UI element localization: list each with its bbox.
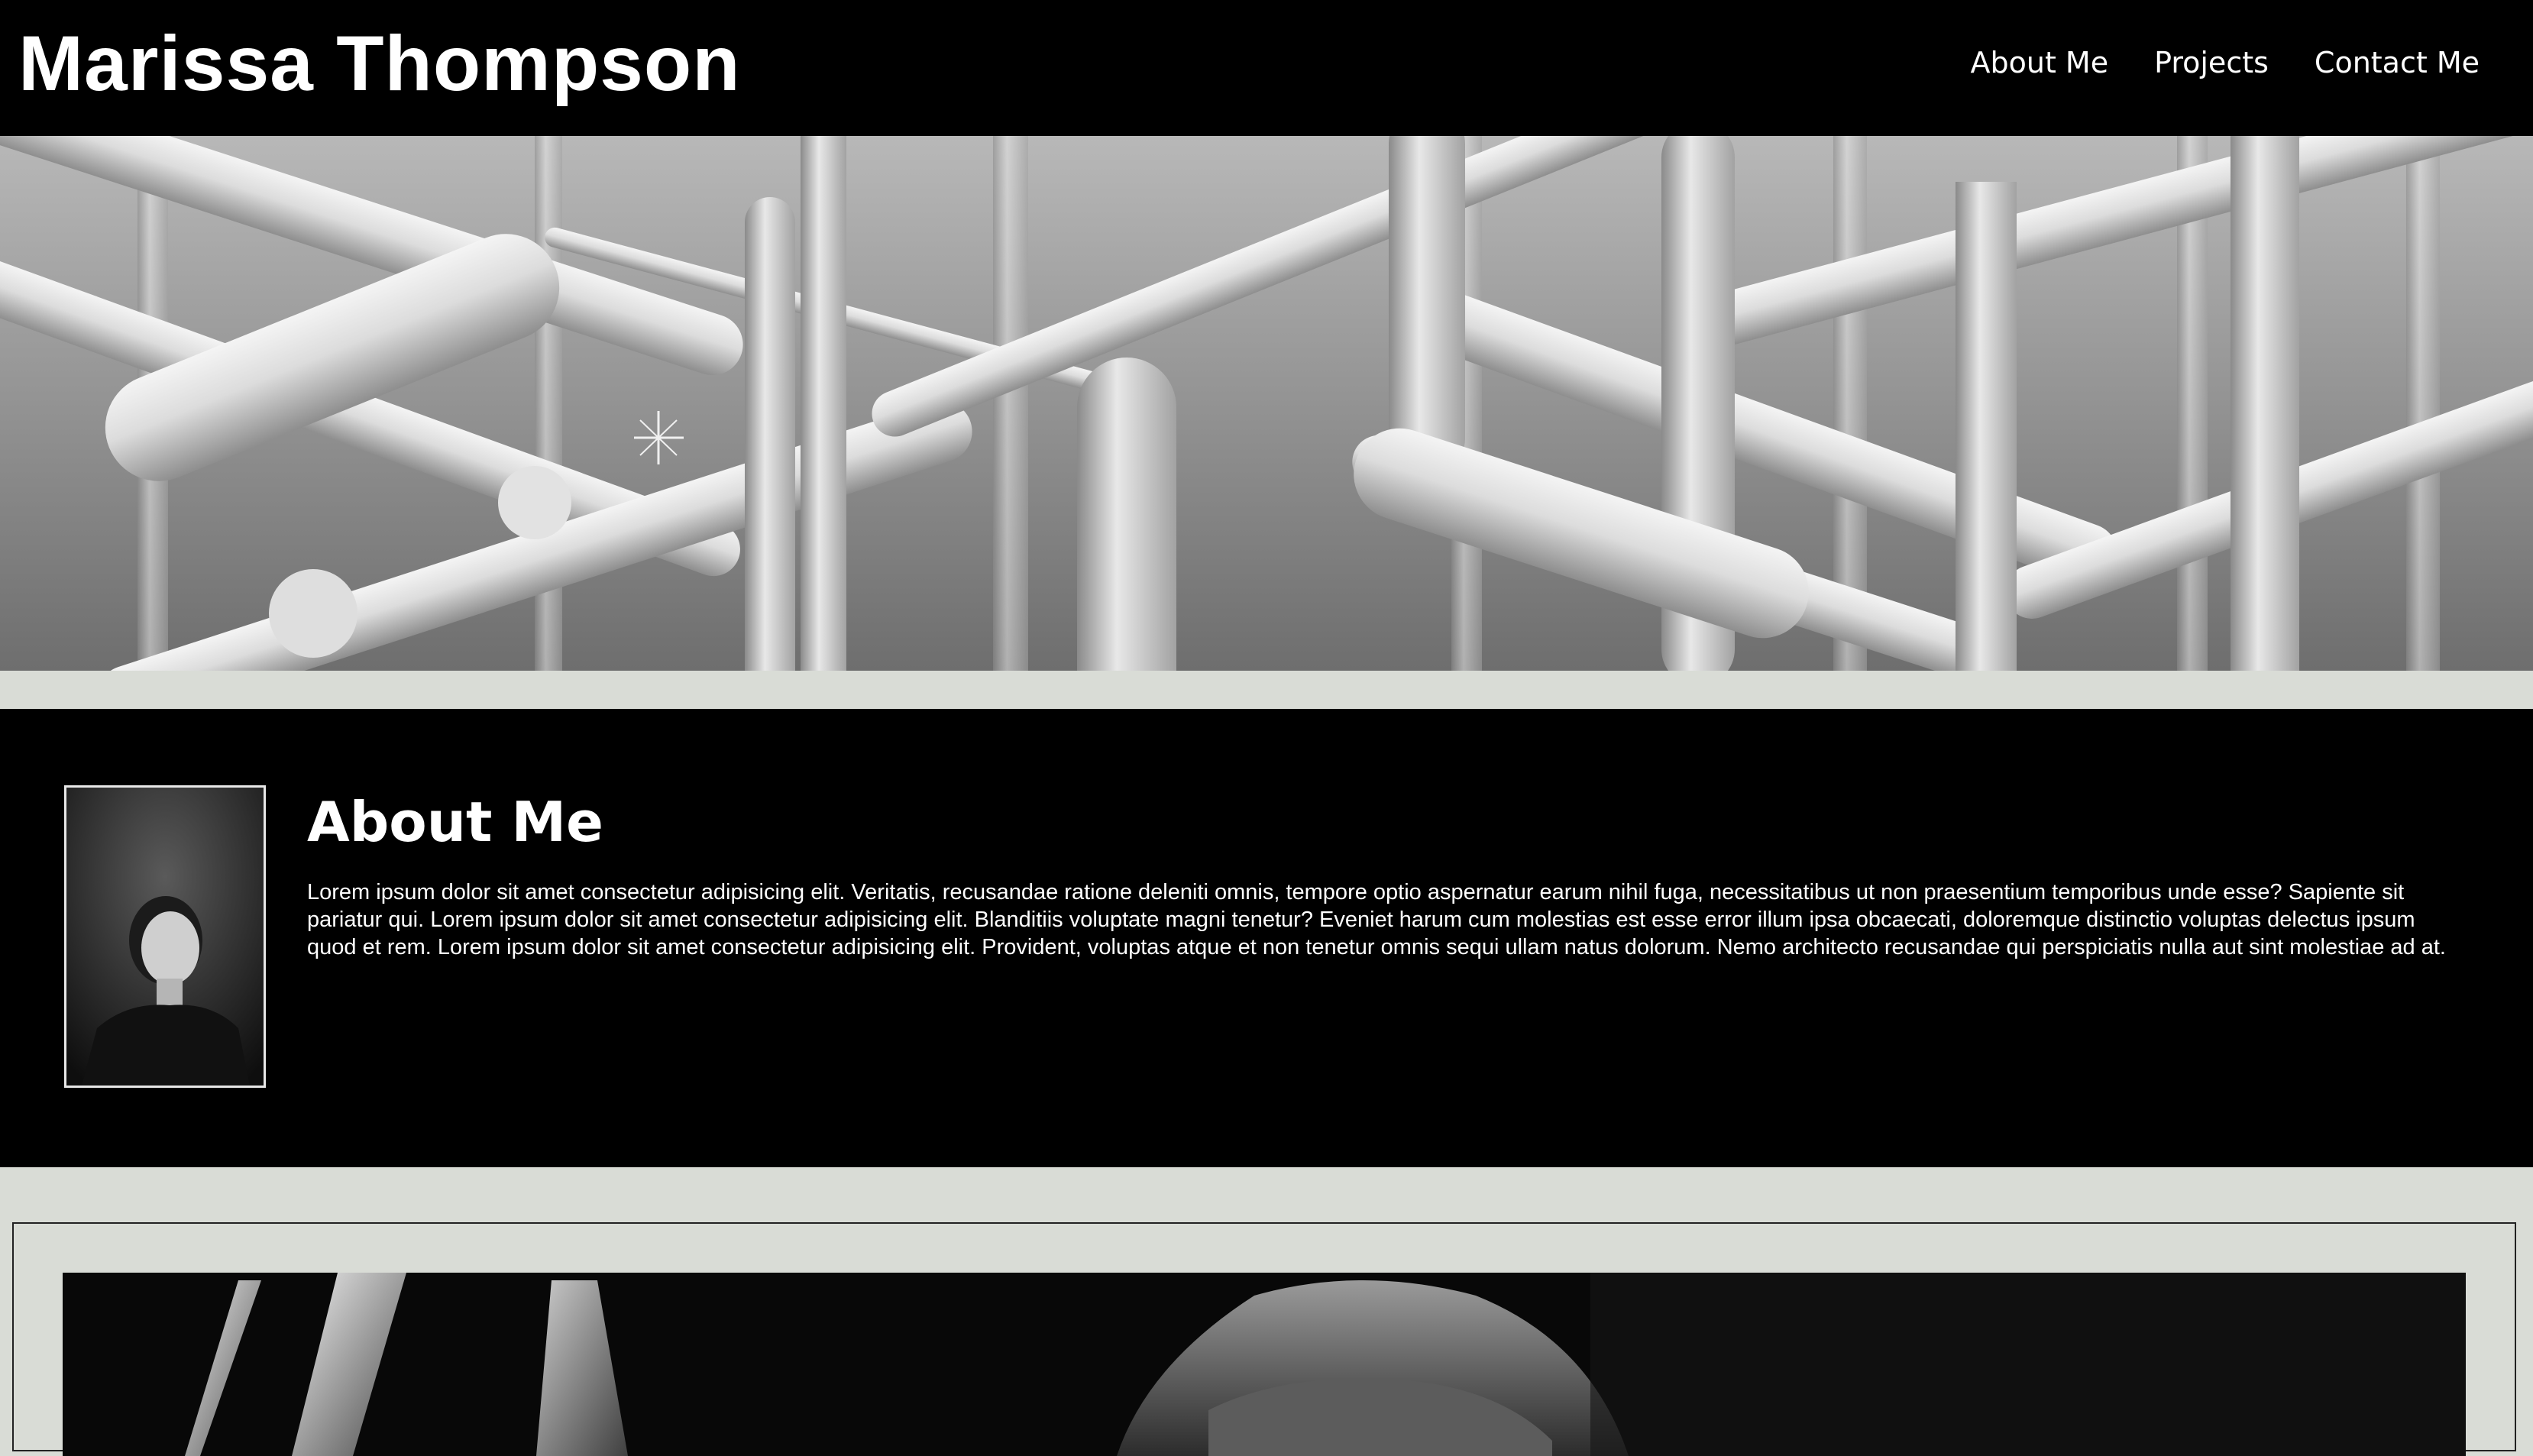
- about-paragraph: Lorem ipsum dolor sit amet consectetur a…: [307, 880, 2446, 959]
- site-title: Marissa Thompson: [18, 20, 741, 107]
- nav-projects-link[interactable]: Projects: [2154, 38, 2269, 87]
- about-heading: About Me: [307, 790, 603, 854]
- hero-banner-image: [0, 136, 2533, 671]
- about-section: About Me Lorem ipsum dolor sit amet cons…: [0, 709, 2533, 1167]
- main-nav: About Me Projects Contact Me: [1971, 38, 2480, 87]
- nav-about-me-link[interactable]: About Me: [1971, 38, 2109, 87]
- projects-section: [12, 1222, 2516, 1456]
- project-image: [63, 1273, 2466, 1456]
- site-header: Marissa Thompson About Me Projects Conta…: [0, 0, 2533, 136]
- profile-photo: [64, 785, 266, 1088]
- nav-contact-me-link[interactable]: Contact Me: [2315, 38, 2480, 87]
